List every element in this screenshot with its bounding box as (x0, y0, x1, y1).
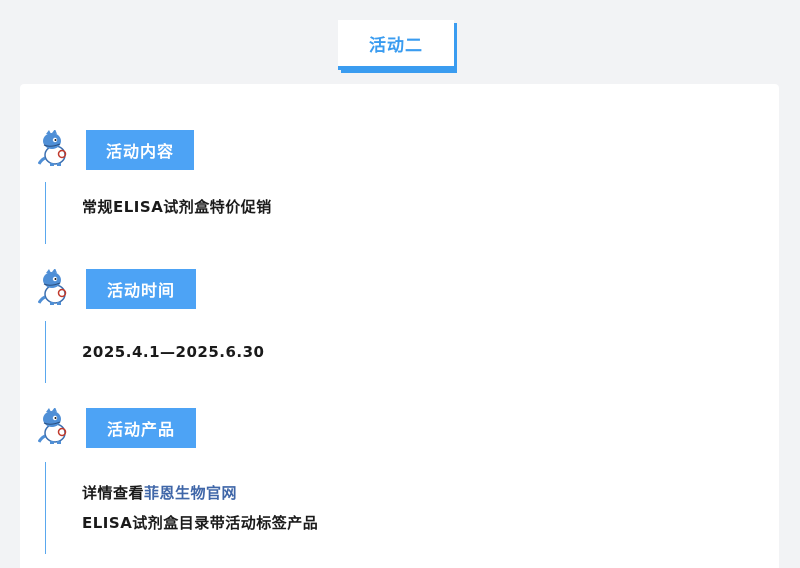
section-activity-time: 活动时间 2025.4.1—2025.6.30 (20, 269, 779, 383)
section-body: 2025.4.1—2025.6.30 (45, 321, 779, 383)
page-title: 活动二 (338, 20, 454, 70)
section-label: 活动内容 (86, 130, 194, 170)
section-body: 详情查看菲恩生物官网 ELISA试剂盒目录带活动标签产品 (45, 462, 779, 554)
section-activity-content: 活动内容 常规ELISA试剂盒特价促销 (20, 130, 779, 244)
section-text: 常规ELISA试剂盒特价促销 (82, 198, 272, 216)
dinosaur-mascot-icon (38, 269, 67, 305)
dinosaur-mascot-icon (38, 408, 67, 444)
official-site-link[interactable]: 菲恩生物官网 (144, 484, 237, 502)
section-label: 活动产品 (86, 408, 196, 448)
section-header: 活动产品 (20, 408, 779, 448)
dinosaur-mascot-icon (38, 130, 67, 166)
section-text: 2025.4.1—2025.6.30 (82, 343, 265, 361)
section-label: 活动时间 (86, 269, 196, 309)
details-prefix: 详情查看 (82, 484, 145, 502)
section-header: 活动内容 (20, 130, 779, 170)
section-text-line-2: ELISA试剂盒目录带活动标签产品 (82, 514, 319, 532)
section-text-line-1: 详情查看菲恩生物官网 (82, 478, 779, 508)
activity-card: 活动内容 常规ELISA试剂盒特价促销 活动时间 2025.4.1—2025.6… (20, 84, 779, 568)
section-header: 活动时间 (20, 269, 779, 309)
section-body: 常规ELISA试剂盒特价促销 (45, 182, 779, 244)
section-activity-products: 活动产品 详情查看菲恩生物官网 ELISA试剂盒目录带活动标签产品 (20, 408, 779, 554)
